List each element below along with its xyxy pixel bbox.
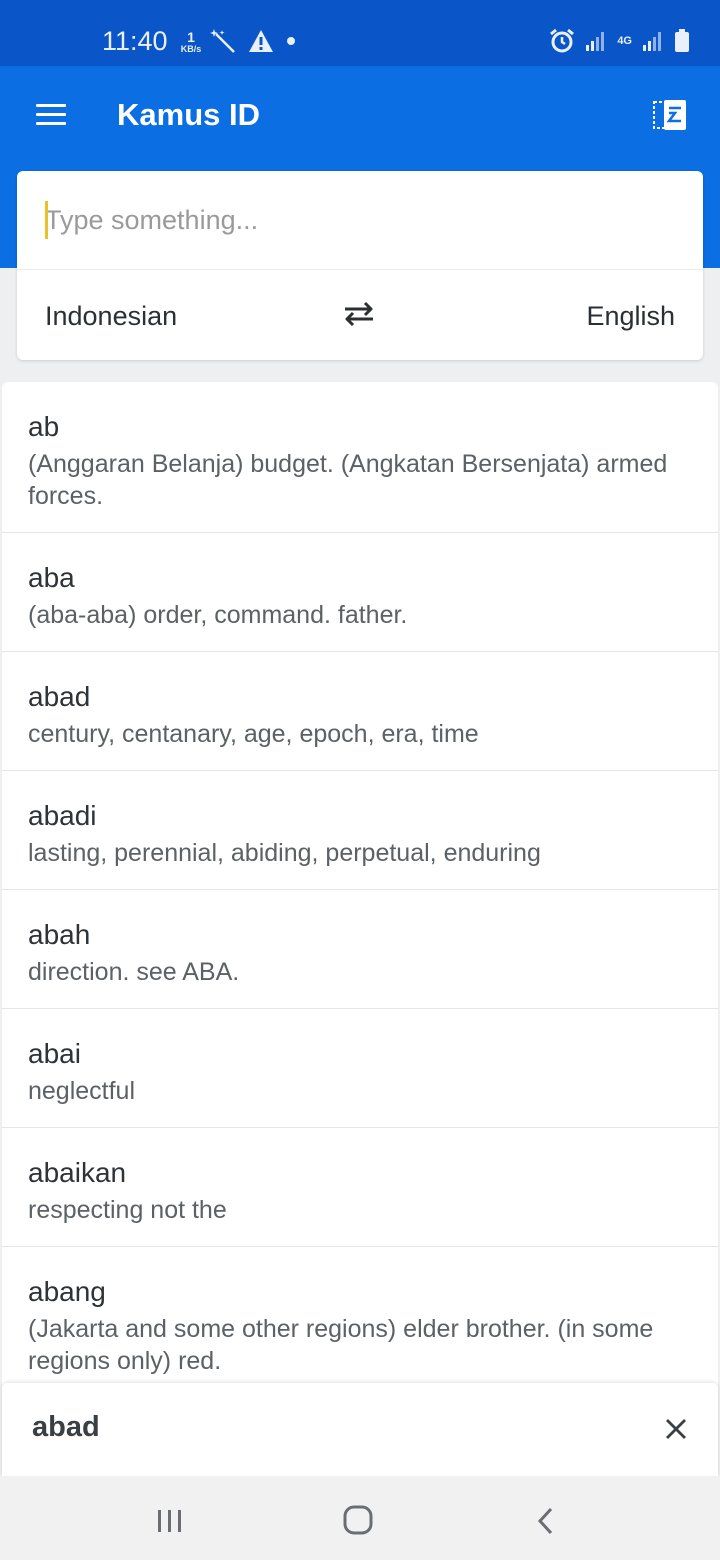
status-time: 11:40	[102, 26, 168, 56]
signal-icon-2	[643, 32, 661, 51]
list-item[interactable]: abah direction. see ABA.	[2, 890, 718, 1009]
entry-word: abad	[28, 681, 91, 712]
dot-icon	[287, 37, 295, 45]
list-item[interactable]: abaikan respecting not the	[2, 1128, 718, 1247]
to-language-button[interactable]: English	[586, 301, 675, 332]
entry-word: ab	[28, 411, 60, 442]
list-item[interactable]: abai neglectful	[2, 1009, 718, 1128]
app-title: Kamus ID	[117, 97, 260, 132]
back-icon[interactable]	[535, 1506, 557, 1536]
selected-word: abad	[32, 1411, 100, 1443]
list-item[interactable]: abad century, centanary, age, epoch, era…	[2, 652, 718, 771]
network-speed-unit: KB/s	[180, 44, 202, 54]
entry-definition: respecting not the	[28, 1196, 227, 1224]
entry-definition: neglectful	[28, 1077, 136, 1105]
network-type-label: 4G	[617, 35, 632, 47]
divider	[17, 269, 703, 270]
from-language-button[interactable]: Indonesian	[45, 301, 177, 332]
text-caret	[45, 201, 48, 239]
list-item[interactable]: abang (Jakarta and some other regions) e…	[2, 1247, 718, 1398]
wand-icon	[210, 29, 235, 53]
network-speed: 1 KB/s	[178, 30, 204, 54]
signal-icon	[586, 32, 605, 51]
network-speed-value: 1	[187, 29, 195, 45]
entry-word: abaikan	[28, 1157, 127, 1188]
entry-word: aba	[28, 562, 75, 593]
recent-apps-icon[interactable]	[156, 1508, 184, 1534]
alarm-icon	[550, 28, 575, 53]
entry-word: abai	[28, 1038, 81, 1069]
entry-word: abadi	[28, 800, 97, 831]
entry-definition: (Jakarta and some other regions) elder b…	[28, 1315, 654, 1375]
entry-word: abah	[28, 919, 91, 950]
entry-definition: direction. see ABA.	[28, 958, 240, 986]
list-item[interactable]: abadi lasting, perennial, abiding, perpe…	[2, 771, 718, 890]
entry-definition: (Anggaran Belanja) budget. (Angkatan Ber…	[28, 450, 668, 510]
entry-word: abang	[28, 1276, 106, 1307]
menu-icon[interactable]	[36, 104, 66, 126]
entry-definition: (aba-aba) order, command. father.	[28, 601, 408, 629]
list-item[interactable]: aba (aba-aba) order, command. father.	[2, 533, 718, 652]
entry-definition: lasting, perennial, abiding, perpetual, …	[28, 839, 541, 867]
warning-icon	[249, 30, 273, 52]
home-icon[interactable]	[342, 1504, 374, 1536]
system-nav-bar	[0, 1476, 720, 1560]
status-bar: 11:40 1 KB/s 4G	[0, 0, 720, 66]
entry-definition: century, centanary, age, epoch, era, tim…	[28, 720, 479, 748]
results-list: ab (Anggaran Belanja) budget. (Angkatan …	[2, 382, 718, 1402]
search-input[interactable]	[45, 199, 675, 241]
selected-word-bar[interactable]: abad	[2, 1383, 718, 1476]
search-card: Indonesian English	[17, 171, 703, 360]
close-icon[interactable]	[664, 1417, 688, 1441]
list-item[interactable]: ab (Anggaran Belanja) budget. (Angkatan …	[2, 382, 718, 533]
battery-icon	[675, 29, 689, 52]
document-translate-icon[interactable]	[652, 98, 690, 134]
swap-icon[interactable]	[341, 299, 377, 329]
